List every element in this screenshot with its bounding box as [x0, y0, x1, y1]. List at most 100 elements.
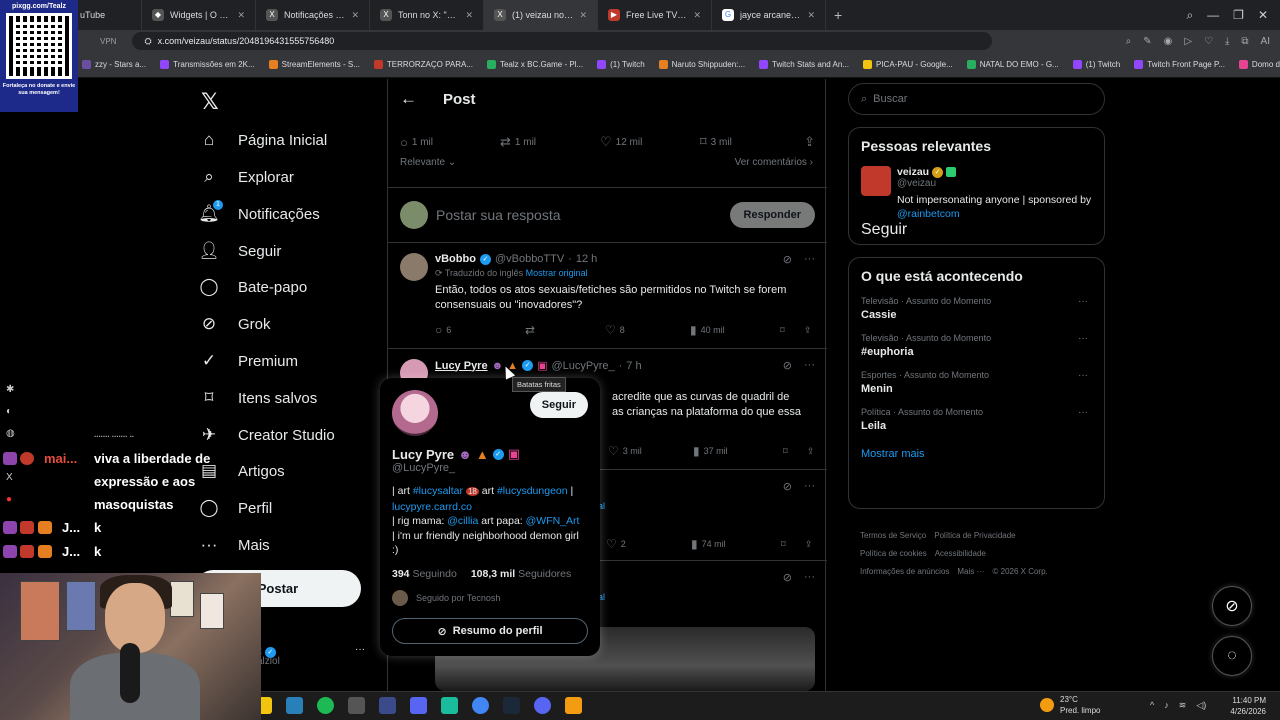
views-action[interactable]: ▮ 74 mil [691, 537, 781, 551]
bookmark-item[interactable]: (1) Twitch [1072, 60, 1120, 69]
site-info-icon[interactable]: ⛭ [144, 36, 151, 47]
nav-item-mais[interactable]: ··· Mais [198, 528, 270, 562]
maximize-icon[interactable]: ❐ [1233, 8, 1244, 22]
nav-item-artigos[interactable]: ▤ Artigos [198, 454, 285, 488]
close-icon[interactable]: ✕ [237, 10, 245, 21]
browser-tab[interactable]: ▶Free Live TV & Online R✕ [598, 0, 712, 30]
nav-item-grok[interactable]: ⊘ Grok [198, 307, 271, 341]
browser-tab[interactable]: ◆Widgets | O melhor software✕ [142, 0, 256, 30]
more-icon[interactable]: ··· [1078, 407, 1088, 418]
download-icon[interactable]: ⤓ [1225, 36, 1229, 47]
like-action[interactable]: ♡ 8 [605, 323, 690, 337]
nav-item-página-inicial[interactable]: ⌂ Página Inicial [198, 123, 327, 157]
like-action[interactable]: ♡ 2 [606, 537, 691, 551]
more-icon[interactable]: ··· [804, 480, 815, 493]
bookmark-action[interactable]: ⌑ 3 mil [700, 134, 800, 150]
browser-tab[interactable]: XTonn no X: "@rodrigofer✕ [370, 0, 484, 30]
bookmark-icon[interactable]: ⌑ [781, 539, 805, 550]
more-icon[interactable]: ··· [804, 253, 815, 266]
bookmark-item[interactable]: Tealz x BC.Game - Pl... [486, 60, 583, 69]
grok-icon[interactable]: ⊘ [783, 571, 792, 584]
ai-icon[interactable]: AI [1261, 36, 1270, 47]
discord-icon[interactable] [534, 697, 551, 714]
followed-by[interactable]: Seguido por Tecnosh [392, 589, 588, 606]
show-more-link[interactable]: Mostrar mais [861, 448, 1092, 460]
app-icon[interactable] [379, 697, 396, 714]
reply-button[interactable]: Responder [729, 202, 815, 228]
app-icon[interactable] [565, 697, 582, 714]
bookmark-item[interactable]: (1) Twitch [597, 60, 645, 69]
spotify-icon[interactable] [317, 697, 334, 714]
back-arrow-icon[interactable]: ← [400, 89, 417, 109]
share-icon[interactable]: ⇪ [804, 325, 812, 336]
bookmark-item[interactable]: Twitch Stats and An... [759, 60, 849, 69]
like-action[interactable]: ♡ 12 mil [600, 134, 700, 150]
edit-icon[interactable]: ✎ [1143, 36, 1151, 47]
share-icon[interactable]: ⇪ [805, 539, 813, 550]
chevron-up-icon[interactable]: ^ [1150, 700, 1154, 711]
following-count[interactable]: 394 Seguindo [392, 568, 457, 580]
bookmark-icon[interactable]: ⌑ [783, 446, 807, 457]
like-action[interactable]: ♡ 3 mil [608, 444, 693, 458]
more-icon[interactable]: ··· [1078, 333, 1088, 344]
trend-item[interactable]: Televisão · Assunto do Momento Cassie ··· [861, 296, 1092, 321]
nav-item-creator-studio[interactable]: ✈︎ Creator Studio [198, 418, 335, 452]
more-icon[interactable]: ··· [804, 359, 815, 372]
close-window-icon[interactable]: ✕ [1258, 8, 1268, 22]
app-icon[interactable] [348, 697, 365, 714]
messages-fab-icon[interactable]: ◌ [1212, 636, 1252, 676]
view-comments-link[interactable]: Ver comentários › [735, 157, 813, 168]
repost-action[interactable]: ⇄ [525, 323, 605, 337]
footer-link[interactable]: © 2026 X Corp. [993, 567, 1048, 576]
more-icon[interactable]: ··· [355, 644, 365, 655]
followers-count[interactable]: 108,3 mil Seguidores [471, 568, 571, 580]
nav-item-bate-papo[interactable]: ◯ Bate-papo [198, 270, 307, 304]
profile-name[interactable]: Lucy Pyre [392, 447, 454, 462]
bookmark-item[interactable]: zzy - Stars a... [82, 60, 146, 69]
steam-icon[interactable] [503, 697, 520, 714]
url-input[interactable]: ⛭ x.com/veizau/status/2048196431555756480 [132, 32, 993, 50]
terminal-icon[interactable] [441, 697, 458, 714]
share-icon[interactable]: ⇪ [807, 446, 815, 457]
bookmark-item[interactable]: TERRORZAÇO PARA... [373, 60, 473, 69]
footer-link[interactable]: Termos de Serviço [860, 531, 926, 540]
grok-fab-icon[interactable]: ⊘ [1212, 586, 1252, 626]
more-icon[interactable]: ··· [1078, 370, 1088, 381]
nav-item-seguir[interactable]: 👤︎ Seguir [198, 234, 281, 268]
search-tabs-icon[interactable]: ⌕ [1186, 8, 1193, 23]
grok-icon[interactable]: ⊘ [783, 480, 792, 493]
heart-icon[interactable]: ♡ [1204, 36, 1213, 47]
trend-item[interactable]: Esportes · Assunto do Momento Menin ··· [861, 370, 1092, 395]
trend-item[interactable]: Política · Assunto do Momento Leila ··· [861, 407, 1092, 432]
avatar[interactable] [392, 390, 438, 436]
bookmark-item[interactable]: StreamElements - S... [268, 60, 360, 69]
close-icon[interactable]: ✕ [351, 10, 359, 21]
camera-icon[interactable]: ◉ [1164, 36, 1173, 47]
network-icon[interactable]: ≋ [1179, 700, 1187, 711]
follow-button[interactable]: Seguir [861, 221, 1092, 239]
close-icon[interactable]: ✕ [807, 10, 815, 21]
search-input[interactable]: ⌕ Buscar [848, 83, 1105, 115]
bookmark-icon[interactable]: ⌑ [780, 325, 804, 336]
bookmark-item[interactable]: PICA-PAU - Google... [862, 60, 953, 69]
volume-icon[interactable]: ◁) [1196, 700, 1206, 711]
footer-link[interactable]: Política de cookies [860, 549, 927, 558]
more-icon[interactable]: ··· [1078, 296, 1088, 307]
x-logo-icon[interactable]: 𝕏 [201, 89, 219, 115]
close-icon[interactable]: ✕ [693, 10, 701, 21]
extensions-icon[interactable]: ⧉ [1241, 36, 1248, 47]
browser-tab[interactable]: X Notificações / X ✕ [256, 0, 370, 30]
mic-icon[interactable]: ♪ [1164, 700, 1169, 711]
grok-icon[interactable]: ⊘ [783, 253, 792, 266]
new-tab-button[interactable]: + [826, 7, 850, 23]
browser-tab-active[interactable]: X(1) veizau no X: "Twitch✕ [484, 0, 598, 30]
teams-icon[interactable] [410, 697, 427, 714]
bookmark-item[interactable]: NATAL DO EMO - G... [966, 60, 1059, 69]
nav-item-perfil[interactable]: ◯ Perfil [198, 491, 272, 525]
views-action[interactable]: ▮ 37 mil [693, 444, 783, 458]
bookmark-item[interactable]: Naruto Shippuden:... [658, 60, 745, 69]
views-action[interactable]: ▮ 40 mil [690, 323, 780, 337]
browser-tab[interactable]: Gjayce arcane - Pesquisa✕ [712, 0, 826, 30]
zoom-icon[interactable]: ⌕ [1126, 36, 1132, 47]
sort-dropdown[interactable]: Relevante ⌄ [400, 157, 456, 168]
